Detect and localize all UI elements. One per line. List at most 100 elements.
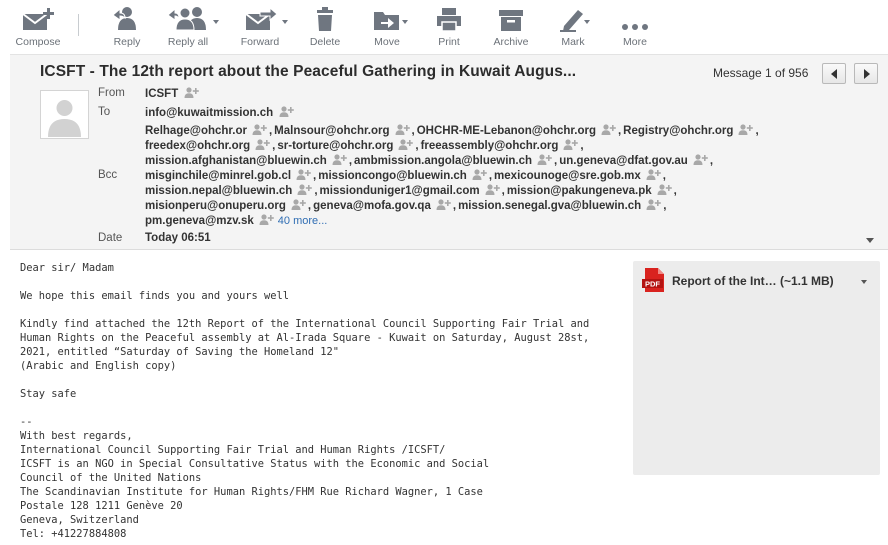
reply-all-dropdown-arrow-icon[interactable] [213, 20, 219, 24]
add-contact-icon[interactable] [296, 169, 311, 183]
bcc-recipient-address[interactable]: un.geneva@dfat.gov.au [559, 155, 688, 167]
bcc-line: Relhage@ohchr.or, Malnsour@ohchr.org, OHCH… [145, 124, 761, 138]
reply-button[interactable]: Reply [104, 4, 150, 50]
bcc-recipient-address[interactable]: mexicounoge@sre.gob.mx [494, 170, 641, 182]
delete-label: Delete [309, 36, 341, 48]
bcc-recipient-address[interactable]: ambmission.angola@bluewin.ch [354, 155, 532, 167]
bcc-recipient-address[interactable]: pm.geneva@mzv.sk [145, 215, 254, 227]
add-contact-icon[interactable] [436, 199, 451, 213]
reply-label: Reply [113, 36, 141, 48]
bcc-recipient-address[interactable]: mission@pakungeneva.pk [507, 185, 652, 197]
add-contact-icon[interactable] [472, 169, 487, 183]
add-contact-icon[interactable] [291, 199, 306, 213]
body-line: International Council Supporting Fair Tr… [20, 444, 446, 456]
recipient-separator: , [662, 170, 666, 182]
bcc-line: misionperu@onuperu.org, geneva@mofa.gov.q… [145, 199, 668, 213]
bcc-recipient-address[interactable]: Registry@ohchr.org [623, 125, 733, 137]
pdf-icon[interactable]: PDF [642, 268, 665, 292]
message-counter: Message 1 of 956 [713, 66, 809, 80]
more-recipients-link[interactable]: 40 more... [278, 215, 328, 227]
bcc-recipient-address[interactable]: geneva@mofa.gov.qa [313, 200, 431, 212]
attachment-menu-arrow-icon[interactable] [861, 280, 867, 284]
forward-icon [245, 6, 278, 30]
add-contact-icon[interactable] [255, 139, 270, 153]
more-button[interactable]: More [614, 4, 656, 50]
move-button[interactable]: Move [366, 4, 408, 50]
bcc-label: Bcc [98, 169, 118, 181]
bcc-recipient-address[interactable]: Malnsour@ohchr.org [274, 125, 389, 137]
next-message-button[interactable] [854, 63, 878, 84]
reply-all-button[interactable]: Reply all [162, 4, 214, 50]
printer-icon [437, 8, 461, 32]
body-line: The Scandinavian Institute for Human Rig… [20, 486, 483, 498]
person-placeholder-icon [48, 100, 81, 137]
body-line [20, 275, 626, 289]
message-body: Dear sir/ Madam We hope this email finds … [20, 261, 626, 541]
body-line [20, 401, 626, 415]
add-contact-icon[interactable] [563, 139, 579, 153]
add-contact-icon[interactable] [537, 154, 552, 168]
body-line: Geneva, Switzerland [20, 514, 139, 526]
bcc-recipient-address[interactable]: mission.senegal.gva@bluewin.ch [458, 200, 641, 212]
bcc-recipient-address[interactable]: mission.nepal@bluewin.ch [145, 185, 292, 197]
add-contact-icon[interactable] [646, 199, 661, 213]
recipient-address[interactable]: info@kuwaitmission.ch [145, 107, 273, 119]
mark-dropdown-arrow-icon[interactable] [584, 20, 590, 24]
add-contact-icon[interactable] [398, 139, 414, 153]
add-contact-icon[interactable] [395, 124, 410, 138]
attachment-name[interactable]: Report of the Int… (~1.1 MB) [672, 274, 834, 288]
bcc-recipient-address[interactable]: freedex@ohchr.org [145, 140, 250, 152]
bcc-recipient-address[interactable]: sr-torture@ohchr.org [277, 140, 393, 152]
recipient-separator: , [348, 155, 353, 167]
bcc-recipient-address[interactable]: missionduniger1@gmail.com [320, 185, 480, 197]
body-line: Dear sir/ Madam [20, 262, 114, 274]
add-contact-icon[interactable] [279, 106, 294, 120]
move-dropdown-arrow-icon[interactable] [402, 20, 408, 24]
forward-dropdown-arrow-icon[interactable] [282, 20, 288, 24]
sender-name[interactable]: ICSFT [145, 88, 178, 100]
add-contact-icon[interactable] [297, 184, 313, 198]
header-collapse-toggle-icon[interactable] [866, 238, 874, 243]
recipient-separator: , [709, 155, 714, 167]
archive-label: Archive [493, 36, 529, 48]
more-dots-icon [622, 24, 648, 30]
add-contact-icon[interactable] [601, 124, 616, 138]
message-header: ICSFT - The 12th report about the Peacef… [10, 54, 888, 250]
print-label: Print [438, 36, 460, 48]
add-contact-icon[interactable] [252, 124, 267, 138]
delete-button[interactable]: Delete [305, 4, 345, 50]
from-value[interactable]: ICSFT [145, 87, 200, 101]
archive-button[interactable]: Archive [488, 4, 534, 50]
add-contact-icon[interactable] [657, 184, 672, 198]
bcc-recipient-address[interactable]: Relhage@ohchr.or [145, 125, 247, 137]
move-label: Move [374, 36, 400, 48]
add-contact-icon[interactable] [738, 124, 754, 138]
body-line: Stay safe [20, 388, 77, 400]
add-contact-icon[interactable] [646, 169, 661, 183]
bcc-recipient-address[interactable]: missioncongo@bluewin.ch [318, 170, 467, 182]
bcc-recipient-address[interactable]: misginchile@minrel.gob.cl [145, 170, 291, 182]
add-contact-icon[interactable] [184, 87, 200, 101]
bcc-recipient-address[interactable]: misionperu@onuperu.org [145, 200, 286, 212]
mark-button[interactable]: Mark [551, 4, 595, 50]
recipient-separator: , [313, 170, 317, 182]
bcc-recipient-address[interactable]: mission.afghanistan@bluewin.ch [145, 155, 327, 167]
print-button[interactable]: Print [428, 4, 470, 50]
add-contact-icon[interactable] [693, 154, 708, 168]
reply-all-icon [167, 7, 206, 31]
add-contact-icon[interactable] [332, 154, 347, 168]
add-contact-icon[interactable] [259, 214, 274, 228]
add-contact-icon[interactable] [485, 184, 500, 198]
to-value[interactable]: info@kuwaitmission.ch [145, 106, 294, 120]
compose-button[interactable]: Compose [10, 4, 66, 50]
forward-button[interactable]: Forward [236, 4, 284, 50]
previous-message-button[interactable] [822, 63, 846, 84]
pdf-badge-text: PDF [645, 279, 660, 288]
reply-icon [112, 7, 136, 30]
bcc-recipient-address[interactable]: OHCHR-ME-Lebanon@ohchr.org [417, 125, 596, 137]
recipient-separator: , [272, 140, 276, 152]
bcc-recipient-address[interactable]: freeassembly@ohchr.org [421, 140, 559, 152]
recipient-separator: , [755, 125, 759, 137]
reply-all-label: Reply all [167, 36, 209, 48]
arrow-left-icon [831, 69, 837, 79]
